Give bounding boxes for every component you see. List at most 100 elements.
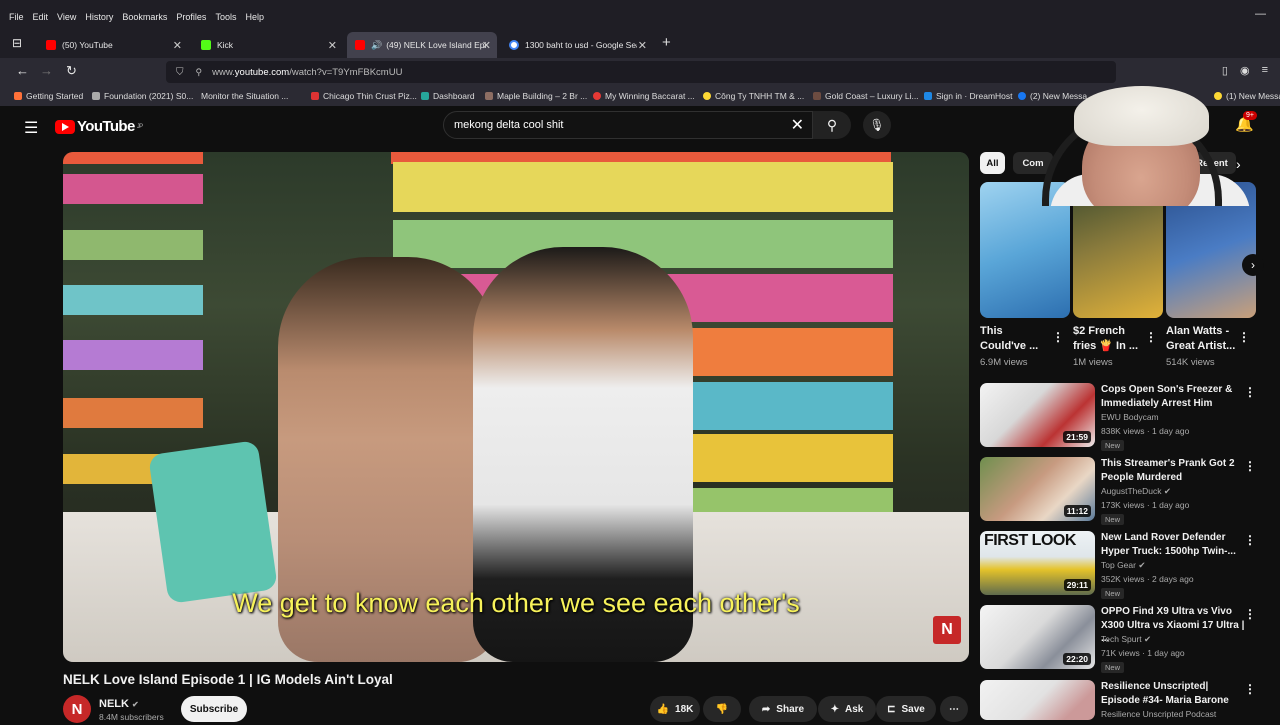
bookmark-item[interactable]: Dashboard [421, 91, 475, 101]
recommended-video[interactable]: FIRST LOOK 29:11 New Land Rover Defender… [980, 531, 1270, 601]
video-title: NELK Love Island Episode 1 | IG Models A… [63, 672, 393, 687]
subscriber-count: 8.4M subscribers [99, 712, 164, 722]
recommended-video[interactable]: Resilience Unscripted| Episode #34- Mari… [980, 680, 1270, 720]
logo-text: YouTube [77, 118, 135, 135]
reload-icon[interactable]: ↻ [66, 63, 77, 79]
menu-bookmarks[interactable]: Bookmarks [122, 12, 167, 22]
tab-overview-icon[interactable]: ⊟ [12, 36, 22, 50]
bookmark-item[interactable]: Getting Started [14, 91, 83, 101]
dislike-button[interactable]: 👎 [703, 696, 741, 722]
channel-watermark[interactable]: N [933, 616, 961, 644]
shorts-next-arrow-icon[interactable]: › [1242, 254, 1264, 276]
site-info-icon[interactable]: ⚲ [196, 67, 203, 78]
ask-button[interactable]: ✦ Ask [818, 696, 876, 722]
menu-profiles[interactable]: Profiles [176, 12, 206, 22]
video-thumbnail[interactable]: 21:59 [980, 383, 1095, 447]
shorts-shelf: › This Could've ... ⋮ 6.9M views $2 Fren… [980, 182, 1264, 372]
chip-all[interactable]: All [980, 152, 1005, 174]
more-actions-button[interactable]: ⋯ [940, 696, 968, 722]
clear-search-icon[interactable]: ✕ [791, 115, 804, 135]
close-tab-icon[interactable]: ✕ [482, 39, 491, 52]
recommended-video[interactable]: 11:12 This Streamer's Prank Got 2 People… [980, 457, 1270, 527]
channel-name[interactable]: EWU Bodycam [1101, 412, 1159, 422]
menu-tools[interactable]: Tools [215, 12, 236, 22]
more-vertical-icon[interactable]: ⋮ [1244, 459, 1256, 473]
menu-help[interactable]: Help [245, 12, 264, 22]
video-frame [63, 152, 969, 662]
bookmark-item[interactable]: Chicago Thin Crust Piz... [311, 91, 417, 101]
short-title[interactable]: $2 French fries 🍟 In ... [1073, 324, 1143, 354]
video-title[interactable]: Resilience Unscripted| Episode #34- Mari… [1101, 680, 1246, 707]
video-title[interactable]: Cops Open Son's Freezer & Immediately Ar… [1101, 383, 1246, 410]
speaker-icon[interactable]: 🔊 [371, 40, 382, 51]
more-vertical-icon[interactable]: ⋮ [1244, 533, 1256, 547]
search-input[interactable]: mekong delta cool shit ✕ [443, 111, 813, 139]
region-code: JP [136, 123, 143, 130]
video-thumbnail[interactable]: FIRST LOOK 29:11 [980, 531, 1095, 595]
voice-search-button[interactable]: 🎙 [863, 111, 891, 139]
bookmark-label: Chicago Thin Crust Piz... [323, 91, 417, 101]
search-button[interactable]: ⚲ [813, 111, 851, 139]
menu-history[interactable]: History [85, 12, 113, 22]
bookmark-item[interactable]: Foundation (2021) S0... [92, 91, 193, 101]
close-tab-icon[interactable]: ✕ [328, 39, 337, 52]
tab-kick[interactable]: Kick ✕ [193, 32, 343, 58]
shield-icon[interactable]: ⛉ [176, 67, 184, 78]
new-badge: New [1101, 588, 1125, 599]
minimize-icon[interactable]: — [1255, 8, 1266, 20]
video-player[interactable]: We get to know each other we see each ot… [63, 152, 969, 662]
tab-youtube[interactable]: (50) YouTube ✕ [38, 32, 188, 58]
channel-avatar[interactable]: N [63, 695, 91, 723]
video-thumbnail[interactable] [980, 680, 1095, 720]
menu-view[interactable]: View [57, 12, 76, 22]
more-vertical-icon[interactable]: ⋮ [1052, 330, 1064, 344]
more-vertical-icon[interactable]: ⋮ [1238, 330, 1250, 344]
channel-name[interactable]: NELK ✔ [99, 698, 139, 710]
bookmark-item[interactable]: Monitor the Situation ... [201, 91, 288, 101]
url-path: /watch?v=T9YmFBKcmUU [289, 66, 403, 78]
video-title[interactable]: This Streamer's Prank Got 2 People Murde… [1101, 457, 1246, 484]
bookmark-item[interactable]: My Winning Baccarat ... [593, 91, 695, 101]
menu-file[interactable]: File [9, 12, 24, 22]
recommended-video[interactable]: 22:20 OPPO Find X9 Ultra vs Vivo X300 Ul… [980, 605, 1270, 675]
youtube-logo[interactable]: YouTube JP [55, 118, 143, 135]
firefox-icon [14, 92, 22, 100]
menu-edit[interactable]: Edit [33, 12, 49, 22]
video-thumbnail[interactable]: 22:20 [980, 605, 1095, 669]
video-title[interactable]: New Land Rover Defender Hyper Truck: 150… [1101, 531, 1246, 558]
channel-action-row: N NELK ✔ 8.4M subscribers Subscribe 👍 18K… [63, 695, 969, 725]
more-vertical-icon[interactable]: ⋮ [1145, 330, 1157, 344]
bookmark-favicon-icon [813, 92, 821, 100]
menu-hamburger-icon[interactable]: ☰ [24, 118, 38, 138]
new-tab-plus-icon[interactable]: + [662, 34, 671, 51]
extensions-icon[interactable]: ≡ [1262, 64, 1268, 77]
channel-name[interactable]: Top Gear ✔ [1101, 560, 1145, 571]
close-tab-icon[interactable]: ✕ [173, 39, 182, 52]
close-tab-icon[interactable]: ✕ [638, 39, 647, 52]
channel-name[interactable]: Tech Spurt ✔ [1101, 634, 1151, 645]
subscribe-button[interactable]: Subscribe [181, 696, 247, 722]
video-thumbnail[interactable]: 11:12 [980, 457, 1095, 521]
back-arrow-icon[interactable]: ← [16, 63, 29, 78]
channel-name[interactable]: Resilience Unscripted Podcast [1101, 709, 1216, 719]
more-vertical-icon[interactable]: ⋮ [1244, 607, 1256, 621]
tab-label: (50) YouTube [62, 40, 113, 50]
save-button[interactable]: ⊏ Save [876, 696, 936, 722]
bookmark-item[interactable]: Công Ty TNHH TM & ... [703, 91, 804, 101]
like-button[interactable]: 👍 18K [650, 696, 700, 722]
channel-name[interactable]: AugustTheDuck ✔ [1101, 486, 1171, 497]
short-title[interactable]: This Could've ... [980, 324, 1050, 354]
bookmark-item[interactable]: Gold Coast – Luxury Li... [813, 91, 919, 101]
tab-nelk-video[interactable]: 🔊 (49) NELK Love Island Episo ✕ [347, 32, 497, 58]
forward-arrow-icon[interactable]: → [40, 63, 53, 78]
short-title[interactable]: Alan Watts - Great Artist... [1166, 324, 1236, 354]
tab-google[interactable]: 1300 baht to usd - Google Sear ✕ [501, 32, 653, 58]
new-badge: New [1101, 514, 1125, 525]
more-vertical-icon[interactable]: ⋮ [1244, 385, 1256, 399]
more-vertical-icon[interactable]: ⋮ [1244, 682, 1256, 696]
share-button[interactable]: ➦ Share [749, 696, 817, 722]
bookmark-item[interactable]: Maple Building – 2 Br ... [485, 91, 587, 101]
bookmark-item[interactable]: Sign in · DreamHost [924, 91, 1013, 101]
address-bar[interactable]: ⛉ ⚲ www. youtube.com/watch?v=T9YmFBKcmUU [166, 61, 1116, 83]
recommended-video[interactable]: 21:59 Cops Open Son's Freezer & Immediat… [980, 383, 1270, 453]
